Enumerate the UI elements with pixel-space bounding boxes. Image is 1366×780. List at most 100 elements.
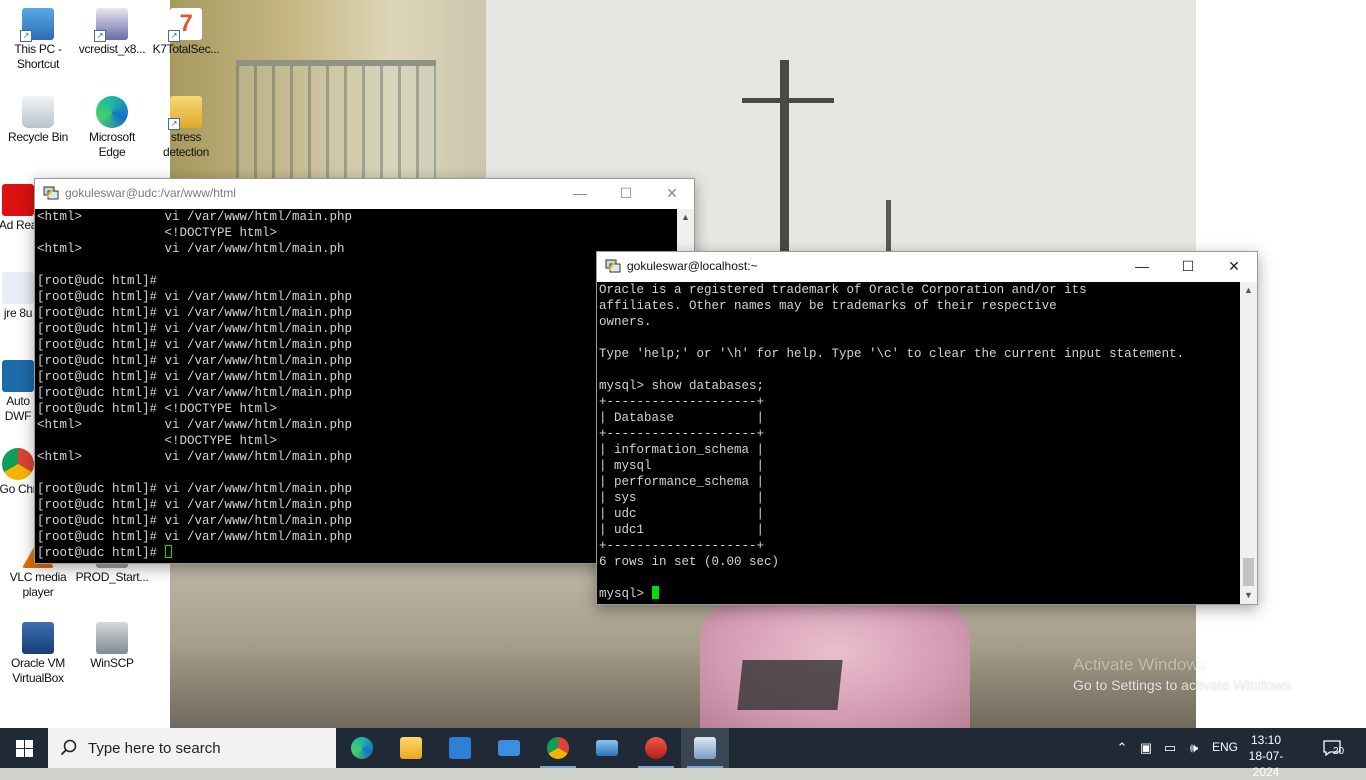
- show-hidden-icons-chevron-icon[interactable]: ⌃: [1114, 740, 1130, 756]
- close-button[interactable]: ✕: [649, 179, 695, 207]
- taskbar-app-chrome[interactable]: [534, 728, 582, 768]
- terminal-line: | information_schema |: [599, 443, 765, 457]
- window-titlebar[interactable]: gokuleswar@localhost:~ — ☐ ✕: [597, 252, 1257, 280]
- edge-icon: [351, 737, 373, 759]
- desktop-icon-chrome[interactable]: Go Chr: [0, 448, 38, 497]
- terminal-line: [root@udc html]# vi /var/www/html/main.p…: [37, 306, 353, 320]
- start-button[interactable]: [0, 728, 48, 768]
- desktop-icon-label: Recycle Bin: [7, 130, 69, 144]
- minimize-button[interactable]: —: [1119, 252, 1165, 280]
- putty-icon: [605, 259, 621, 273]
- terminal-line: [root@udc html]#: [37, 274, 158, 288]
- scroll-up-arrow-icon[interactable]: ▲: [677, 209, 694, 226]
- desktop-icon-label: Auto DWF: [4, 394, 32, 423]
- desktop-icon-acrobat[interactable]: Ad Rea: [0, 184, 38, 233]
- terminal-prompt-line[interactable]: mysql>: [599, 586, 1240, 602]
- terminal-line: [root@udc html]# vi /var/www/html/main.p…: [37, 354, 353, 368]
- terminal-line: <html> vi /var/www/html/main.php: [37, 450, 353, 464]
- taskbar-app-edge[interactable]: [338, 728, 386, 768]
- desktop-icon-autodesk[interactable]: Auto DWF: [0, 360, 38, 424]
- terminal-line: mysql> show databases;: [599, 379, 765, 393]
- terminal-prompt-line[interactable]: [root@udc html]#: [37, 545, 677, 561]
- desktop-icon-label: vcredist_x8...: [78, 42, 146, 56]
- desktop-icon-label: PROD_Start...: [75, 570, 149, 584]
- desktop-icon-label: Microsoft Edge: [89, 130, 135, 159]
- taskbar-app-file-explorer[interactable]: [387, 728, 435, 768]
- desktop-icon-stress-detection[interactable]: ↗ stress detection: [149, 96, 223, 160]
- desktop-icon-vcredist[interactable]: ↗ vcredist_x8...: [75, 8, 149, 57]
- taskbar-clock[interactable]: 13:10 18-07-2024: [1236, 732, 1296, 780]
- terminal-line: [root@udc html]# vi /var/www/html/main.p…: [37, 498, 353, 512]
- language-indicator[interactable]: ENG: [1212, 740, 1238, 754]
- taskbar-app-store[interactable]: [436, 728, 484, 768]
- meet-now-icon[interactable]: ▣: [1138, 740, 1154, 756]
- activation-watermark: Activate Windows Go to Settings to activ…: [1073, 655, 1294, 695]
- terminal-line: [root@udc html]# vi /var/www/html/main.p…: [37, 530, 353, 544]
- windows-logo-icon: [16, 740, 24, 748]
- clock-time: 13:10: [1250, 733, 1282, 747]
- scroll-down-arrow-icon[interactable]: ▼: [1240, 587, 1257, 604]
- wallpaper-crossbar: [742, 98, 834, 103]
- maximize-button[interactable]: ☐: [1165, 252, 1211, 280]
- desktop-icon-virtualbox[interactable]: Oracle VM VirtualBox: [1, 622, 75, 686]
- terminal-output[interactable]: <html> vi /var/www/html/main.php <!DOCTY…: [35, 209, 677, 563]
- window-title: gokuleswar@udc:/var/www/html: [65, 186, 236, 200]
- desktop-icon-label: stress detection: [162, 130, 209, 159]
- terminal-line: Type 'help;' or '\h' for help. Type '\c'…: [599, 347, 1185, 361]
- terminal-prompt: mysql>: [599, 587, 652, 601]
- taskbar-search-box[interactable]: Type here to search: [48, 728, 336, 768]
- taskbar-app-oracle-sql[interactable]: [632, 728, 680, 768]
- windows-logo-icon: [25, 740, 33, 748]
- watermark-title: Activate Windows: [1073, 655, 1208, 674]
- mail-icon: [498, 740, 520, 756]
- desktop-icon-label: VLC media player: [9, 570, 67, 599]
- taskbar-app-mail[interactable]: [485, 728, 533, 768]
- wallpaper-pole: [780, 60, 789, 260]
- watermark-subtitle: Go to Settings to activate Windows.: [1073, 677, 1294, 693]
- desktop-icon-recycle-bin[interactable]: Recycle Bin: [1, 96, 75, 145]
- oracle-sql-icon: [645, 737, 667, 759]
- scrollbar-thumb[interactable]: [1243, 558, 1254, 586]
- scroll-up-arrow-icon[interactable]: ▲: [1240, 282, 1257, 299]
- terminal-line: | performance_schema |: [599, 475, 765, 489]
- terminal-line: | sys |: [599, 491, 765, 505]
- terminal-line: | udc1 |: [599, 523, 765, 537]
- desktop-icon-label: Oracle VM VirtualBox: [11, 656, 65, 685]
- putty-icon: [43, 186, 59, 200]
- volume-icon[interactable]: 🕪: [1186, 740, 1202, 756]
- edge-icon: [96, 96, 128, 128]
- maximize-button[interactable]: ☐: [603, 179, 649, 207]
- desktop-icon-k7[interactable]: 7 ↗ K7TotalSec...: [149, 8, 223, 57]
- desktop-icon-label: Go Chr: [0, 482, 37, 496]
- search-placeholder: Type here to search: [88, 740, 221, 757]
- terminal-line: 6 rows in set (0.00 sec): [599, 555, 780, 569]
- k7-antivirus-icon: 7 ↗: [168, 8, 202, 42]
- desktop-icon-jre[interactable]: jre 8u: [0, 272, 38, 321]
- terminal-line: [root@udc html]# vi /var/www/html/main.p…: [37, 338, 353, 352]
- terminal-output[interactable]: Oracle is a registered trademark of Orac…: [597, 282, 1240, 604]
- close-button[interactable]: ✕: [1211, 252, 1257, 280]
- terminal-line: [root@udc html]# vi /var/www/html/main.p…: [37, 386, 353, 400]
- notification-center-button[interactable]: 20: [1322, 738, 1346, 758]
- terminal-window-localhost[interactable]: gokuleswar@localhost:~ — ☐ ✕ Oracle is a…: [596, 251, 1258, 605]
- window-titlebar[interactable]: gokuleswar@udc:/var/www/html — ☐ ✕: [35, 179, 694, 207]
- taskbar-app-putty[interactable]: [681, 728, 729, 768]
- taskbar-app-remote-desktop[interactable]: [583, 728, 631, 768]
- windows-logo-icon: [16, 749, 24, 757]
- terminal-prompt: [root@udc html]#: [37, 546, 165, 560]
- scrollbar[interactable]: ▲ ▼: [1240, 282, 1257, 604]
- desktop-icon-winscp[interactable]: WinSCP: [75, 622, 149, 671]
- desktop-icon-label: jre 8u: [3, 306, 33, 320]
- minimize-button[interactable]: —: [557, 179, 603, 207]
- terminal-line: +--------------------+: [599, 427, 765, 441]
- computer-icon: ↗: [20, 8, 54, 42]
- installer-icon: ↗: [94, 8, 128, 42]
- desktop-icon-edge[interactable]: Microsoft Edge: [75, 96, 149, 160]
- battery-icon[interactable]: ▭: [1162, 740, 1178, 756]
- window-title: gokuleswar@localhost:~: [627, 259, 758, 273]
- terminal-line: owners.: [599, 315, 652, 329]
- desktop-icon-this-pc[interactable]: ↗ This PC - Shortcut: [1, 8, 75, 72]
